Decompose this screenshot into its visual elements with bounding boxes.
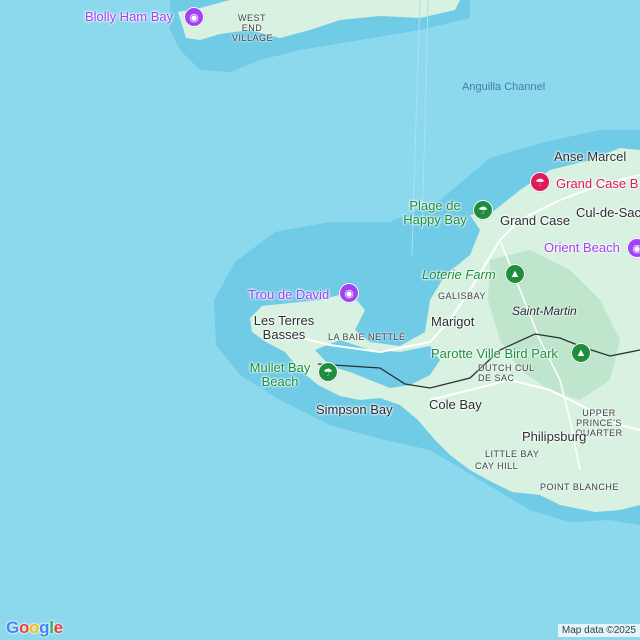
place-label-point-blanche: POINT BLANCHE xyxy=(540,482,619,492)
camera-icon[interactable]: ◉ xyxy=(339,283,359,303)
place-label-west-end-village: WEST END VILLAGE xyxy=(232,13,274,43)
google-logo: Google xyxy=(6,618,63,638)
logo-letter: e xyxy=(53,618,63,637)
camera-icon[interactable]: ◉ xyxy=(184,7,204,27)
logo-letter: o xyxy=(29,618,40,637)
place-label-cay-hill: CAY HILL xyxy=(475,461,519,471)
place-label-anse-marcel: Anse Marcel xyxy=(554,149,627,164)
map-attribution[interactable]: Map data ©2025 xyxy=(557,624,640,637)
poi-label-grand-case-beach[interactable]: Grand Case B xyxy=(556,176,638,191)
place-label-little-bay: LITTLE BAY xyxy=(485,449,540,459)
tree-icon[interactable]: ▲ xyxy=(505,264,525,284)
place-label-galisbay: GALISBAY xyxy=(438,291,486,301)
camera-icon[interactable]: ◉ xyxy=(627,238,640,258)
water-label-anguilla-channel: Anguilla Channel xyxy=(462,81,546,93)
poi-label-blolly-ham-bay[interactable]: Blolly Ham Bay xyxy=(85,9,173,24)
beach-umbrella-icon[interactable]: ☂ xyxy=(318,362,338,382)
poi-label-mullet-bay-beach[interactable]: Mullet Bay Beach xyxy=(245,360,315,390)
poi-label-trou-de-david[interactable]: Trou de David xyxy=(248,287,329,302)
region-label-saint-martin: Saint-Martin xyxy=(512,304,577,318)
logo-letter: G xyxy=(6,618,19,637)
poi-label-orient-beach[interactable]: Orient Beach xyxy=(544,240,620,255)
map-canvas[interactable]: Blolly Ham Bay ◉ WEST END VILLAGE Anguil… xyxy=(0,0,640,640)
logo-letter: o xyxy=(18,618,30,637)
beach-umbrella-icon[interactable]: ☂ xyxy=(530,172,550,192)
place-label-simpson-bay: Simpson Bay xyxy=(316,402,393,417)
poi-label-plage-de-happy-bay[interactable]: Plage de Happy Bay xyxy=(400,198,470,228)
place-label-cul-de-sac: Cul-de-Sac xyxy=(576,205,640,220)
place-label-les-terres-basses: Les Terres Basses xyxy=(253,313,315,343)
tree-icon[interactable]: ▲ xyxy=(571,343,591,363)
poi-label-parotte-ville-bird-park[interactable]: Parotte Ville Bird Park xyxy=(431,346,558,361)
place-label-philipsburg: Philipsburg xyxy=(522,429,587,444)
place-label-marigot: Marigot xyxy=(431,314,475,329)
place-label-cole-bay: Cole Bay xyxy=(429,397,482,412)
place-label-dutch-cul-de-sac: DUTCH CUL DE SAC xyxy=(478,363,535,383)
place-label-grand-case: Grand Case xyxy=(500,213,571,228)
poi-label-loterie-farm[interactable]: Loterie Farm xyxy=(422,267,496,282)
place-label-la-baie-nettle: LA BAIE NETTLÉ xyxy=(328,332,406,342)
logo-letter: g xyxy=(39,618,50,637)
beach-umbrella-icon[interactable]: ☂ xyxy=(473,200,493,220)
